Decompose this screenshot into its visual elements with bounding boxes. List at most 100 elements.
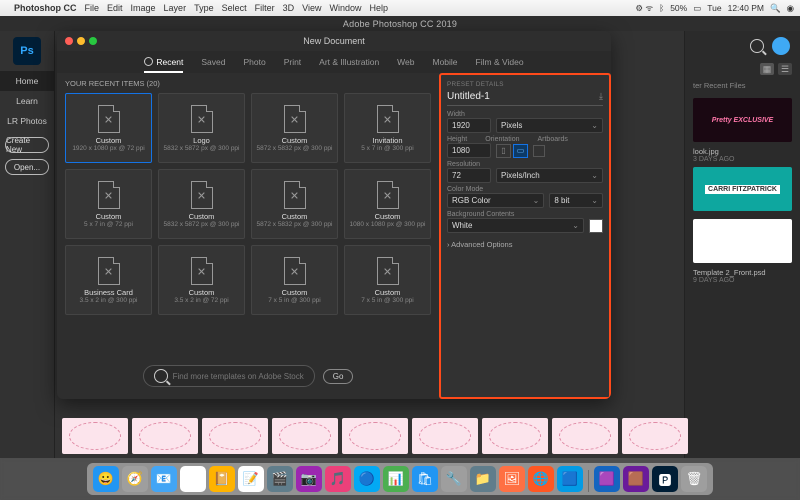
preset-tile[interactable]: ✕Custom5832 x 5872 px @ 300 ppi xyxy=(158,169,245,239)
filmstrip-item[interactable] xyxy=(202,418,268,454)
menu-select[interactable]: Select xyxy=(222,3,247,13)
artboards-checkbox[interactable] xyxy=(533,145,545,157)
go-button[interactable]: Go xyxy=(323,369,354,384)
app-menu[interactable]: Photoshop CC xyxy=(14,3,77,13)
filmstrip-item[interactable] xyxy=(412,418,478,454)
spotlight-icon[interactable]: 🔍 xyxy=(770,3,781,14)
recent-thumb[interactable]: CARRI FITZPATRICK xyxy=(693,167,792,211)
dock-app[interactable]: 🟦 xyxy=(557,466,583,492)
dock-app[interactable]: 🔵 xyxy=(354,466,380,492)
dock-app[interactable]: 🖼 xyxy=(499,466,525,492)
advanced-options-toggle[interactable]: Advanced Options xyxy=(447,240,603,249)
menu-window[interactable]: Window xyxy=(329,3,361,13)
siri-icon[interactable]: ◉ xyxy=(787,3,794,14)
preset-dim: 5872 x 5832 px @ 300 ppi xyxy=(257,145,333,152)
tab-web[interactable]: Web xyxy=(397,53,414,71)
menu-view[interactable]: View xyxy=(302,3,321,13)
resolution-unit-select[interactable]: Pixels/Inch⌄ xyxy=(496,168,603,183)
tab-lr-photos[interactable]: LR Photos xyxy=(0,111,54,131)
dock-app[interactable]: 😀 xyxy=(93,466,119,492)
view-list[interactable]: ☰ xyxy=(778,63,792,75)
dock-app[interactable]: 📊 xyxy=(383,466,409,492)
dock-app[interactable]: 📷 xyxy=(296,466,322,492)
preset-tile[interactable]: ✕Business Card3.5 x 2 in @ 300 ppi xyxy=(65,245,152,315)
menu-help[interactable]: Help xyxy=(369,3,388,13)
dock-app[interactable]: 📁 xyxy=(470,466,496,492)
stock-search[interactable]: Find more templates on Adobe Stock xyxy=(143,365,315,387)
preset-tile[interactable]: ✕Custom5872 x 5832 px @ 300 ppi xyxy=(251,93,338,163)
open-button[interactable]: Open... xyxy=(5,159,49,175)
bluetooth-icon[interactable]: ᛒ xyxy=(659,3,664,13)
recent-thumb[interactable]: Pretty EXCLUSIVE xyxy=(693,98,792,142)
save-preset-icon[interactable]: ⤓ xyxy=(599,91,603,102)
tab-recent[interactable]: Recent xyxy=(144,53,183,71)
bit-depth-select[interactable]: 8 bit⌄ xyxy=(549,193,603,208)
preset-tile[interactable]: ✕Custom7 x 5 in @ 300 ppi xyxy=(344,245,431,315)
filmstrip-item[interactable] xyxy=(342,418,408,454)
preset-tile[interactable]: ✕Custom1080 x 1080 px @ 300 ppi xyxy=(344,169,431,239)
background-select[interactable]: White⌄ xyxy=(447,218,584,233)
view-grid[interactable]: ▦ xyxy=(760,63,774,75)
dock-app[interactable]: 📔 xyxy=(209,466,235,492)
dock-app[interactable]: 🗑 xyxy=(681,466,707,492)
create-new-button[interactable]: Create New xyxy=(5,137,49,153)
filmstrip-item[interactable] xyxy=(272,418,338,454)
background-label: Background Contents xyxy=(447,211,603,218)
preset-tile[interactable]: ✕Custom5 x 7 in @ 72 ppi xyxy=(65,169,152,239)
dock-app[interactable]: 📧 xyxy=(151,466,177,492)
units-select[interactable]: Pixels⌄ xyxy=(496,118,603,133)
menu-image[interactable]: Image xyxy=(131,3,156,13)
document-name-field[interactable] xyxy=(447,91,599,102)
menu-layer[interactable]: Layer xyxy=(164,3,187,13)
orientation-landscape[interactable]: ▭ xyxy=(513,144,528,158)
tab-learn[interactable]: Learn xyxy=(0,91,54,111)
dialog-title: New Document xyxy=(57,36,611,46)
tab-film[interactable]: Film & Video xyxy=(476,53,524,71)
preset-tile[interactable]: ✕Custom1920 x 1080 px @ 72 ppi xyxy=(65,93,152,163)
dock-app[interactable]: 🟪 xyxy=(594,466,620,492)
dock-app[interactable]: 🎵 xyxy=(325,466,351,492)
menu-type[interactable]: Type xyxy=(194,3,214,13)
menu-edit[interactable]: Edit xyxy=(107,3,123,13)
filmstrip-item[interactable] xyxy=(132,418,198,454)
background-swatch[interactable] xyxy=(589,219,603,233)
dock-app[interactable]: 🧭 xyxy=(122,466,148,492)
tab-mobile[interactable]: Mobile xyxy=(433,53,458,71)
filmstrip-item[interactable] xyxy=(482,418,548,454)
filmstrip-item[interactable] xyxy=(62,418,128,454)
orientation-portrait[interactable]: ▯ xyxy=(496,144,511,158)
battery-icon[interactable]: ▭ xyxy=(693,3,701,14)
tab-saved[interactable]: Saved xyxy=(201,53,225,71)
preset-tile[interactable]: ✕Custom7 x 5 in @ 300 ppi xyxy=(251,245,338,315)
dock-app[interactable]: 🌐 xyxy=(528,466,554,492)
dock-app[interactable]: 🗓 xyxy=(180,466,206,492)
dock-app[interactable]: 🔧 xyxy=(441,466,467,492)
preset-tile[interactable]: ✕Custom3.5 x 2 in @ 72 ppi xyxy=(158,245,245,315)
tab-art[interactable]: Art & Illustration xyxy=(319,53,379,71)
dock-app[interactable]: 🅿︎ xyxy=(652,466,678,492)
menu-filter[interactable]: Filter xyxy=(255,3,275,13)
filmstrip-item[interactable] xyxy=(622,418,688,454)
menu-file[interactable]: File xyxy=(85,3,100,13)
preset-tile[interactable]: ✕Custom5872 x 5832 px @ 300 ppi xyxy=(251,169,338,239)
dock-app[interactable]: 📝 xyxy=(238,466,264,492)
dock-app[interactable]: 🟫 xyxy=(623,466,649,492)
user-avatar[interactable] xyxy=(772,37,790,55)
filmstrip-item[interactable] xyxy=(552,418,618,454)
height-field[interactable]: 1080 xyxy=(447,143,491,158)
wifi-icon[interactable]: ⚙︎ ᯤ xyxy=(635,3,653,14)
dock-app[interactable]: 🛍 xyxy=(412,466,438,492)
preset-tile[interactable]: ✕Invitation5 x 7 in @ 300 ppi xyxy=(344,93,431,163)
recent-thumb[interactable] xyxy=(693,219,792,263)
tab-print[interactable]: Print xyxy=(284,53,301,71)
search-icon[interactable] xyxy=(750,39,764,53)
resolution-field[interactable]: 72 xyxy=(447,168,491,183)
preset-tile[interactable]: ✕Logo5832 x 5872 px @ 300 ppi xyxy=(158,93,245,163)
width-field[interactable]: 1920 xyxy=(447,118,491,133)
tab-home[interactable]: Home xyxy=(0,71,54,91)
menu-3d[interactable]: 3D xyxy=(283,3,295,13)
color-mode-select[interactable]: RGB Color⌄ xyxy=(447,193,544,208)
dock-app[interactable]: 🎬 xyxy=(267,466,293,492)
chevron-down-icon: ⌄ xyxy=(591,121,598,130)
tab-photo[interactable]: Photo xyxy=(243,53,265,71)
